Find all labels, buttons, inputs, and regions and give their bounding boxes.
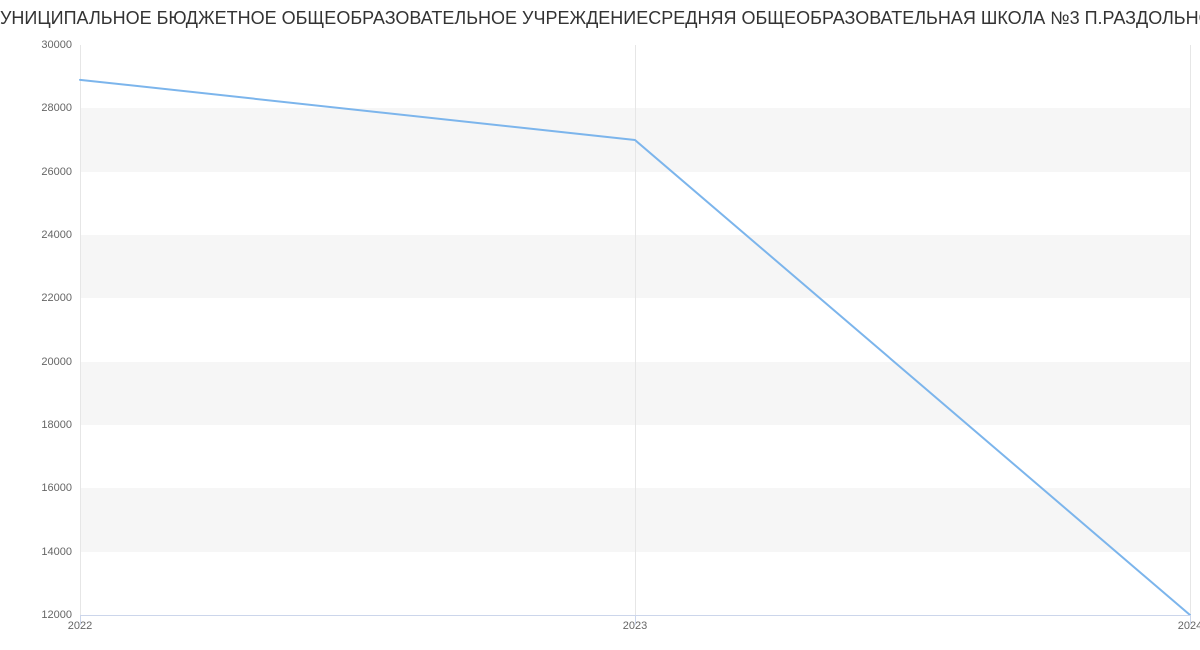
y-tick-label: 26000: [12, 166, 72, 178]
grid-line-vertical: [1190, 45, 1191, 615]
x-tick-label: 2024: [1178, 620, 1200, 632]
y-tick-label: 22000: [12, 292, 72, 304]
chart-container: УНИЦИПАЛЬНОЕ БЮДЖЕТНОЕ ОБЩЕОБРАЗОВАТЕЛЬН…: [0, 0, 1200, 650]
line-series: [80, 45, 1190, 615]
x-tick-mark: [1190, 615, 1191, 625]
plot-area: [80, 45, 1190, 615]
y-tick-label: 20000: [12, 356, 72, 368]
y-tick-label: 14000: [12, 546, 72, 558]
y-tick-label: 18000: [12, 419, 72, 431]
x-tick-mark: [80, 615, 81, 625]
chart-title: УНИЦИПАЛЬНОЕ БЮДЖЕТНОЕ ОБЩЕОБРАЗОВАТЕЛЬН…: [0, 8, 1200, 29]
y-tick-label: 12000: [12, 609, 72, 621]
y-tick-label: 30000: [12, 39, 72, 51]
x-tick-mark: [635, 615, 636, 625]
y-tick-label: 16000: [12, 482, 72, 494]
y-tick-label: 24000: [12, 229, 72, 241]
y-tick-label: 28000: [12, 102, 72, 114]
